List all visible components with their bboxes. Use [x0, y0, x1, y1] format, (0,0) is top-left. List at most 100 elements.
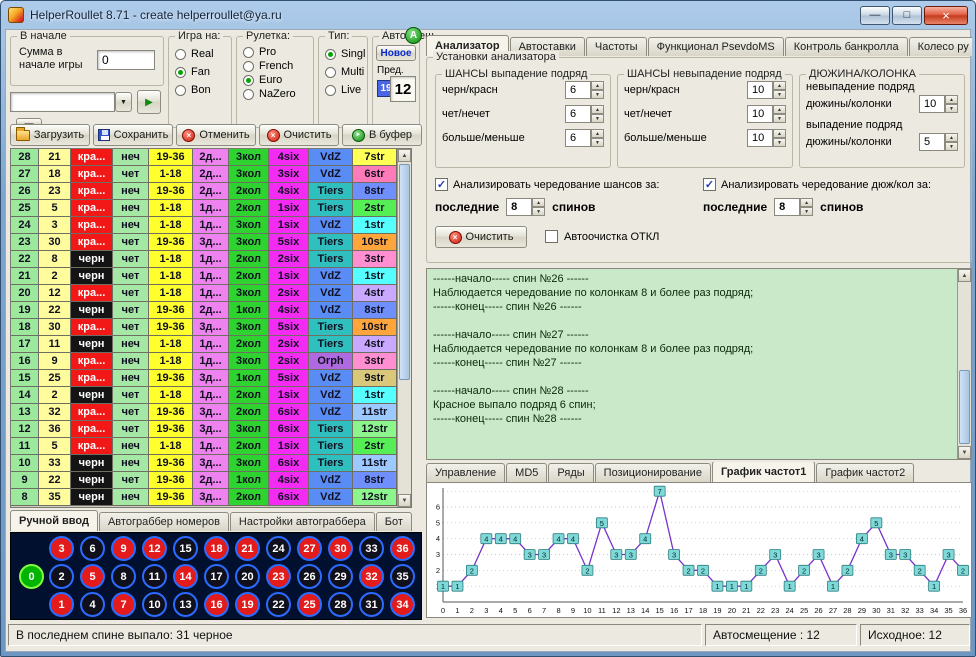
table-row[interactable]: 1525кра...неч19-363д...1кол5sixVdZ9str	[11, 370, 397, 387]
board-number-22[interactable]: 22	[266, 592, 291, 617]
table-row[interactable]: 2718кра...чет1-182д...3кол3sixVdZ6str	[11, 166, 397, 183]
scroll-down-icon[interactable]: ▼	[398, 494, 411, 507]
spinner-down-icon[interactable]: ▼	[591, 114, 604, 123]
board-number-36[interactable]: 36	[390, 536, 415, 561]
board-number-25[interactable]: 25	[297, 592, 322, 617]
spinner-up-icon[interactable]: ▲	[945, 95, 958, 104]
board-number-11[interactable]: 11	[142, 564, 167, 589]
table-row[interactable]: 1711черннеч1-181д...2кол2sixTiers4str	[11, 336, 397, 353]
board-number-5[interactable]: 5	[80, 564, 105, 589]
table-row[interactable]: 1830кра...чет19-363д...3кол5sixTiers10st…	[11, 319, 397, 336]
table-row[interactable]: 2821кра...неч19-362д...3кол4sixVdZ7str	[11, 149, 397, 166]
radio-game-Real[interactable]: Real	[169, 45, 231, 63]
table-row[interactable]: 2623кра...неч19-362д...2кол4sixTiers8str	[11, 183, 397, 200]
clear-button[interactable]: Очистить	[259, 124, 339, 146]
spinner-down-icon[interactable]: ▼	[945, 142, 958, 151]
board-number-8[interactable]: 8	[111, 564, 136, 589]
board-number-16[interactable]: 16	[204, 592, 229, 617]
autoclean-checkbox[interactable]	[545, 230, 558, 243]
board-number-27[interactable]: 27	[297, 536, 322, 561]
spinner-up-icon[interactable]: ▲	[945, 133, 958, 142]
board-number-13[interactable]: 13	[173, 592, 198, 617]
copy-buffer-button[interactable]: В буфер	[342, 124, 422, 146]
board-number-28[interactable]: 28	[328, 592, 353, 617]
new-button[interactable]: Новое	[376, 45, 416, 61]
save-button[interactable]: Сохранить	[93, 124, 173, 146]
chart-tab-5[interactable]: График частот2	[816, 463, 914, 482]
spinner-up-icon[interactable]: ▲	[591, 81, 604, 90]
table-row[interactable]: 2330кра...чет19-363д...3кол5sixTiers10st…	[11, 234, 397, 251]
board-number-6[interactable]: 6	[80, 536, 105, 561]
board-number-33[interactable]: 33	[359, 536, 384, 561]
preset-combobox[interactable]: ▼	[10, 92, 132, 112]
scroll-track[interactable]	[958, 282, 971, 446]
chevron-down-icon[interactable]: ▼	[115, 92, 132, 112]
board-number-9[interactable]: 9	[111, 536, 136, 561]
radio-roulette-French[interactable]: French	[237, 59, 313, 73]
table-row[interactable]: 1236кра...чет19-363д...3кол6sixTiers12st…	[11, 421, 397, 438]
spinner-up-icon[interactable]: ▲	[773, 105, 786, 114]
board-number-31[interactable]: 31	[359, 592, 384, 617]
board-number-2[interactable]: 2	[49, 564, 74, 589]
spinner-down-icon[interactable]: ▼	[773, 90, 786, 99]
titlebar[interactable]: HelperRoullet 8.71 - create helperroulle…	[1, 1, 975, 29]
board-number-15[interactable]: 15	[173, 536, 198, 561]
autoclean-toggle[interactable]: Автоочистка ОТКЛ	[545, 230, 659, 243]
log-scrollbar[interactable]: ▲ ▼	[957, 269, 971, 459]
board-number-1[interactable]: 1	[49, 592, 74, 617]
spinner-up-icon[interactable]: ▲	[773, 129, 786, 138]
chart-tab-3[interactable]: Позиционирование	[595, 463, 711, 482]
chart-tab-1[interactable]: MD5	[506, 463, 547, 482]
table-row[interactable]: 243кра...неч1-181д...3кол1sixVdZ1str	[11, 217, 397, 234]
table-row[interactable]: 835черннеч19-363д...2кол6sixVdZ12str	[11, 489, 397, 506]
spinner-down-icon[interactable]: ▼	[591, 90, 604, 99]
undo-button[interactable]: Отменить	[176, 124, 256, 146]
table-row[interactable]: 228чернчет1-181д...2кол2sixTiers3str	[11, 251, 397, 268]
radio-type-Singl[interactable]: Singl	[319, 45, 367, 63]
spinner-up-icon[interactable]: ▲	[591, 105, 604, 114]
combobox-value[interactable]	[10, 92, 115, 112]
board-number-29[interactable]: 29	[328, 564, 353, 589]
table-row[interactable]: 1332кра...чет19-363д...2кол6sixVdZ11str	[11, 404, 397, 421]
board-number-30[interactable]: 30	[328, 536, 353, 561]
board-number-35[interactable]: 35	[390, 564, 415, 589]
board-number-10[interactable]: 10	[142, 592, 167, 617]
spinner-down-icon[interactable]: ▼	[591, 138, 604, 147]
table-row[interactable]: 169кра...неч1-181д...3кол2sixOrph3str	[11, 353, 397, 370]
board-number-26[interactable]: 26	[297, 564, 322, 589]
board-number-4[interactable]: 4	[80, 592, 105, 617]
start-sum-input[interactable]: 0	[97, 50, 155, 70]
board-number-34[interactable]: 34	[390, 592, 415, 617]
spinner-down-icon[interactable]: ▼	[532, 207, 545, 216]
spinner-up-icon[interactable]: ▲	[532, 198, 545, 207]
board-number-20[interactable]: 20	[235, 564, 260, 589]
spinner-up-icon[interactable]: ▲	[800, 198, 813, 207]
table-row[interactable]: 115кра...неч1-181д...2кол1sixTiers2str	[11, 438, 397, 455]
table-row[interactable]: 1033черннеч19-363д...3кол6sixTiers11str	[11, 455, 397, 472]
radio-game-Fan[interactable]: Fan	[169, 63, 231, 81]
board-number-21[interactable]: 21	[235, 536, 260, 561]
scroll-track[interactable]	[398, 162, 411, 494]
board-number-24[interactable]: 24	[266, 536, 291, 561]
table-row[interactable]: 255кра...неч1-181д...2кол1sixTiers2str	[11, 200, 397, 217]
analyzer-clear-button[interactable]: Очистить	[435, 226, 527, 248]
input-tab-3[interactable]: Бот	[376, 512, 412, 531]
table-scrollbar[interactable]: ▲ ▼	[397, 149, 411, 507]
load-button[interactable]: Загрузить	[10, 124, 90, 146]
radio-roulette-NaZero[interactable]: NaZero	[237, 87, 313, 101]
chart-tab-2[interactable]: Ряды	[548, 463, 593, 482]
spinner-down-icon[interactable]: ▼	[773, 138, 786, 147]
board-number-17[interactable]: 17	[204, 564, 229, 589]
board-number-23[interactable]: 23	[266, 564, 291, 589]
input-tab-1[interactable]: Автограббер номеров	[99, 512, 229, 531]
radio-roulette-Euro[interactable]: Euro	[237, 73, 313, 87]
scroll-up-icon[interactable]: ▲	[398, 149, 411, 162]
spinner-up-icon[interactable]: ▲	[773, 81, 786, 90]
spinner-up-icon[interactable]: ▲	[591, 129, 604, 138]
board-number-32[interactable]: 32	[359, 564, 384, 589]
main-tab-2[interactable]: Частоты	[586, 37, 647, 56]
chart-tab-0[interactable]: Управление	[426, 463, 505, 482]
table-row[interactable]: 922чернчет19-362д...1кол4sixVdZ8str	[11, 472, 397, 489]
input-tab-0[interactable]: Ручной ввод	[10, 510, 98, 531]
table-row[interactable]: 1922чернчет19-362д...1кол4sixVdZ8str	[11, 302, 397, 319]
